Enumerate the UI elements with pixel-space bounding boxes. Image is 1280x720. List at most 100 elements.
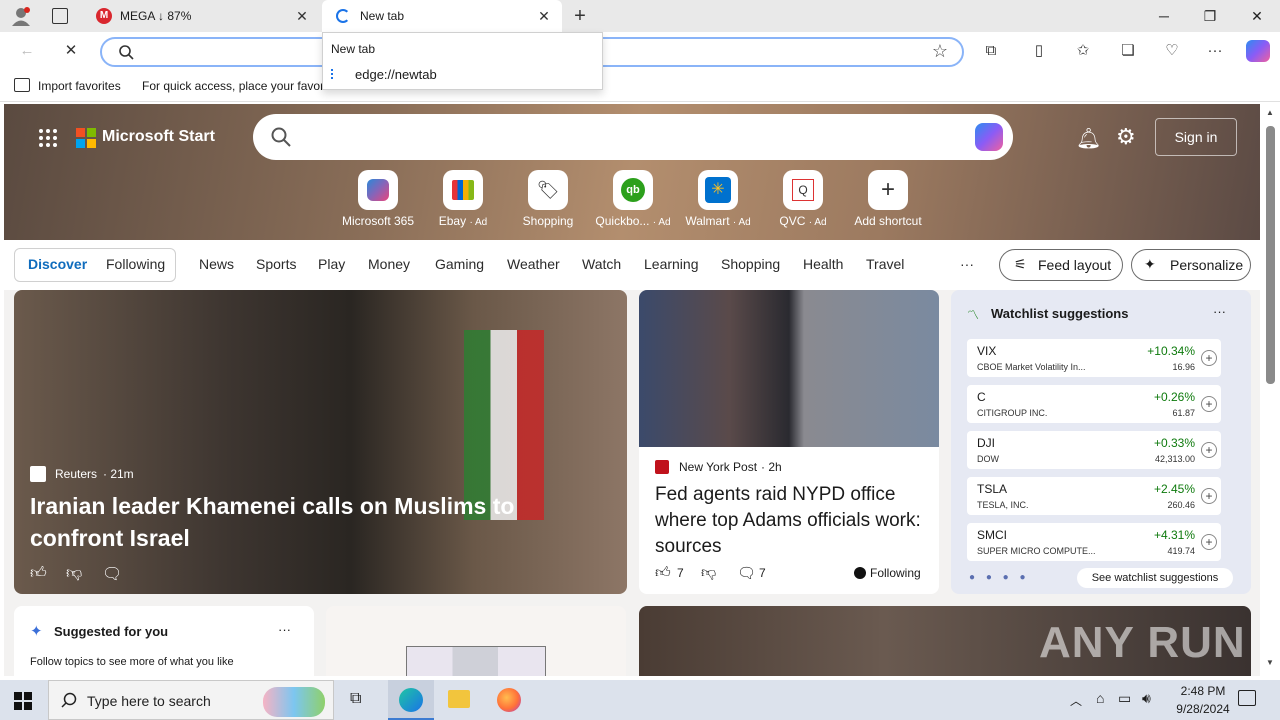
split-screen-icon[interactable]: ▯ — [1028, 40, 1050, 62]
notifications-bell-icon[interactable]: 🔔︎ — [1076, 126, 1101, 151]
nav-learning[interactable]: Learning — [644, 256, 699, 272]
favorite-star-icon[interactable]: ☆ — [932, 41, 948, 62]
task-view-icon[interactable]: ⧉ — [350, 690, 361, 708]
story-headline[interactable]: Iranian leader Khamenei calls on Muslims… — [30, 490, 590, 554]
scroll-thumb[interactable] — [1266, 126, 1275, 384]
more-options-icon[interactable]: ··· — [278, 622, 291, 637]
more-menu-icon[interactable]: ··· — [1204, 40, 1226, 62]
nav-weather[interactable]: Weather — [507, 256, 560, 272]
shortcut-walmart[interactable]: ✳ Walmart · Ad — [678, 170, 758, 228]
story-headline[interactable]: Fed agents raid NYPD office where top Ad… — [655, 482, 925, 560]
copilot-icon[interactable] — [975, 123, 1003, 151]
tab-actions-icon[interactable] — [52, 8, 68, 24]
nav-discover[interactable]: Discover — [28, 256, 87, 272]
like-icon[interactable]: 👍︎ — [30, 564, 47, 583]
nav-following[interactable]: Following — [106, 256, 165, 272]
second-story-card[interactable]: New York Post · 2h Fed agents raid NYPD … — [639, 290, 939, 594]
watchlist-row[interactable]: VIX CBOE Market Volatility In... +10.34%… — [967, 339, 1221, 377]
apps-grid-icon[interactable] — [38, 128, 58, 153]
main-story-card[interactable]: Reuters · 21m Iranian leader Khamenei ca… — [14, 290, 627, 594]
shortcut-microsoft-365[interactable]: Microsoft 365 — [338, 170, 418, 228]
taskbar-search-box[interactable]: Type here to search — [48, 680, 334, 720]
favorites-hint: For quick access, place your favori — [142, 79, 327, 93]
restore-button[interactable]: ❐ — [1187, 0, 1233, 32]
import-favorites-link[interactable]: Import favorites — [38, 79, 121, 93]
close-window-button[interactable]: ✕ — [1234, 0, 1280, 32]
page-scrollbar[interactable]: ▲ ▼ — [1262, 104, 1280, 676]
nav-watch[interactable]: Watch — [582, 256, 621, 272]
brand-title[interactable]: Microsoft Start — [102, 128, 215, 146]
dislike-icon[interactable]: 👎︎ — [701, 564, 716, 582]
settings-gear-icon[interactable]: ⚙ — [1116, 124, 1136, 150]
story-card[interactable]: ANY RUN — [639, 606, 1251, 676]
add-to-watchlist-icon[interactable]: + — [1201, 442, 1217, 458]
watchlist-row[interactable]: C CITIGROUP INC. +0.26% 61.87 + — [967, 385, 1221, 423]
nav-shopping[interactable]: Shopping — [721, 256, 780, 272]
favorites-icon[interactable]: ✩ — [1072, 40, 1094, 62]
more-options-icon[interactable]: ··· — [1213, 304, 1226, 319]
comment-icon[interactable]: 🗨︎ — [102, 564, 122, 584]
story-time: · 21m — [103, 467, 134, 481]
close-tab-icon[interactable]: ✕ — [294, 8, 310, 24]
watchlist-row[interactable]: SMCI SUPER MICRO COMPUTE... +4.31% 419.7… — [967, 523, 1221, 561]
following-label[interactable]: Following — [870, 566, 921, 580]
see-watchlist-button[interactable]: See watchlist suggestions — [1077, 568, 1233, 588]
profile-icon[interactable] — [10, 6, 32, 26]
nav-gaming[interactable]: Gaming — [435, 256, 484, 272]
volume-icon[interactable]: 🔊︎ — [1142, 690, 1151, 707]
start-windows-icon[interactable] — [14, 692, 32, 715]
clock-time[interactable]: 2:48 PM — [1174, 684, 1232, 698]
sign-in-button[interactable]: Sign in — [1155, 118, 1237, 156]
add-to-watchlist-icon[interactable]: + — [1201, 350, 1217, 366]
search-placeholder: Type here to search — [87, 693, 211, 709]
feed-layout-button[interactable]: ⚟ Feed layout — [999, 249, 1123, 281]
watchlist-row[interactable]: TSLA TESLA, INC. +2.45% 260.46 + — [967, 477, 1221, 515]
browser-essentials-icon[interactable]: ♡ — [1161, 40, 1183, 62]
stop-icon[interactable]: ✕ — [60, 40, 82, 62]
wifi-icon[interactable]: ▭ — [1118, 690, 1131, 707]
shortcut-ebay[interactable]: Ebay · Ad — [423, 170, 503, 228]
carousel-dots[interactable]: ● ● ● ● — [969, 572, 1030, 583]
like-icon[interactable]: 👍︎ — [655, 564, 671, 582]
nav-sports[interactable]: Sports — [256, 256, 296, 272]
nav-play[interactable]: Play — [318, 256, 345, 272]
watchlist-row[interactable]: DJI DOW +0.33% 42,313.00 + — [967, 431, 1221, 469]
web-search-box[interactable] — [253, 114, 1013, 160]
nav-health[interactable]: Health — [803, 256, 843, 272]
extensions-icon[interactable]: ⧉ — [980, 40, 1002, 62]
clock-date[interactable]: 9/28/2024 — [1170, 702, 1236, 716]
watchlist-title: Watchlist suggestions — [991, 306, 1129, 321]
shortcut-qvc[interactable]: Q QVC · Ad — [763, 170, 843, 228]
back-icon[interactable]: ← — [16, 40, 38, 62]
network-icon[interactable]: ⌂ — [1096, 690, 1104, 706]
shortcut-add[interactable]: + Add shortcut — [848, 170, 928, 228]
personalize-button[interactable]: ✦ Personalize — [1131, 249, 1251, 281]
new-tab-button[interactable]: + — [568, 4, 592, 28]
tab-new-tab[interactable]: New tab ✕ — [322, 0, 562, 32]
close-tab-icon[interactable]: ✕ — [536, 8, 552, 24]
nav-news[interactable]: News — [199, 256, 234, 272]
firefox-icon[interactable] — [497, 688, 521, 712]
dislike-icon[interactable]: 👎︎ — [66, 564, 82, 583]
add-to-watchlist-icon[interactable]: + — [1201, 396, 1217, 412]
file-explorer-icon[interactable] — [448, 690, 470, 708]
add-to-watchlist-icon[interactable]: + — [1201, 488, 1217, 504]
shortcut-quickbooks[interactable]: qb Quickbo... · Ad — [593, 170, 673, 228]
nav-money[interactable]: Money — [368, 256, 410, 272]
shortcut-shopping[interactable]: 🏷︎ Shopping — [508, 170, 588, 228]
notifications-icon[interactable] — [1238, 690, 1256, 706]
comment-icon[interactable]: 🗨︎ — [737, 564, 756, 582]
scroll-up-icon[interactable]: ▲ — [1266, 108, 1274, 117]
story-card[interactable] — [326, 606, 626, 676]
minimize-button[interactable]: ─ — [1141, 0, 1187, 32]
more-nav-icon[interactable]: ··· — [960, 256, 974, 272]
tab-mega[interactable]: M MEGA ↓ 87% ✕ — [84, 0, 320, 32]
nav-travel[interactable]: Travel — [866, 256, 904, 272]
suggestion-item[interactable]: edge://newtab — [331, 67, 595, 87]
copilot-icon[interactable] — [1246, 40, 1270, 62]
scroll-down-icon[interactable]: ▼ — [1266, 658, 1274, 667]
show-hidden-icons[interactable]: ︿ — [1070, 692, 1082, 709]
collections-icon[interactable]: ❏ — [1117, 40, 1139, 62]
edge-taskbar-icon[interactable] — [388, 680, 434, 720]
add-to-watchlist-icon[interactable]: + — [1201, 534, 1217, 550]
